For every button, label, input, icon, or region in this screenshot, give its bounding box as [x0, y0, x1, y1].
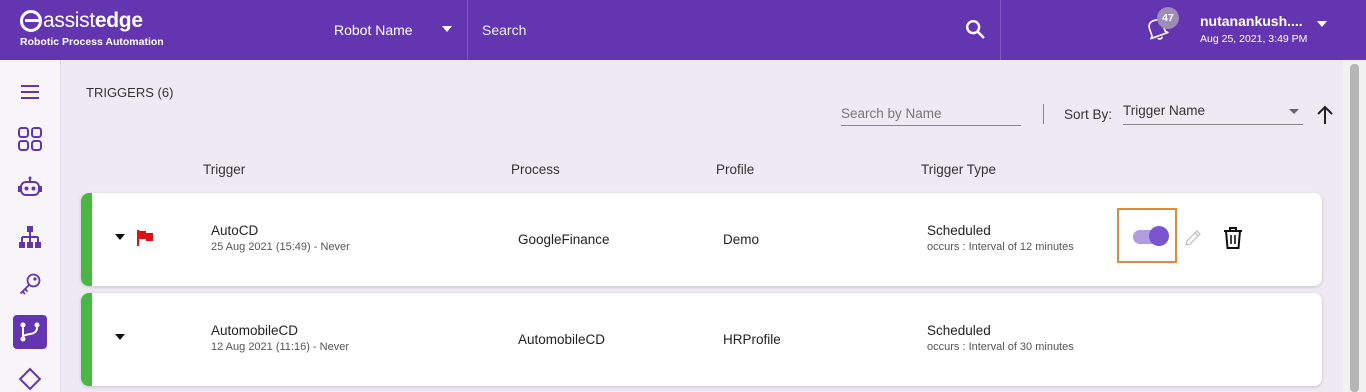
sidebar-item-credentials[interactable] — [13, 267, 47, 301]
dashboard-icon — [18, 127, 42, 151]
chevron-down-icon — [1289, 109, 1299, 114]
sort-by-label: Sort By: — [1064, 107, 1113, 122]
logo-text-light: assist — [43, 9, 95, 32]
trigger-type: Scheduled — [927, 323, 991, 338]
user-name: nutanankush.... — [1200, 13, 1303, 29]
sidebar-item-dashboard[interactable] — [13, 122, 47, 156]
trigger-type: Scheduled — [927, 223, 991, 238]
logo-e-icon — [20, 10, 42, 32]
scrollbar-thumb[interactable] — [1350, 64, 1359, 392]
chevron-down-icon — [442, 26, 452, 32]
chevron-down-icon[interactable] — [1317, 21, 1327, 27]
trigger-interval: occurs : Interval of 12 minutes — [927, 241, 1074, 253]
divider — [1043, 104, 1044, 124]
profile-name: Demo — [723, 232, 760, 247]
logo-text-bold: edge — [94, 9, 143, 32]
expand-caret-icon[interactable] — [115, 234, 125, 240]
toggle-knob — [1149, 226, 1169, 246]
column-header-process[interactable]: Process — [511, 162, 560, 177]
process-name: AutomobileCD — [518, 332, 606, 347]
sidebar-item-hierarchy[interactable] — [13, 220, 47, 254]
trash-icon[interactable] — [1222, 226, 1244, 250]
sidebar — [0, 60, 61, 392]
key-icon — [19, 273, 41, 295]
trigger-name: AutomobileCD — [211, 323, 299, 338]
trigger-schedule: 25 Aug 2021 (15:49) - Never — [211, 241, 350, 253]
logo-subtitle: Robotic Process Automation — [20, 36, 164, 48]
sidebar-item-robots[interactable] — [13, 171, 47, 205]
sidebar-item-menu[interactable] — [13, 75, 47, 109]
trigger-row[interactable]: AutoCD 25 Aug 2021 (15:49) - Never Googl… — [81, 193, 1322, 286]
global-search-input[interactable] — [482, 18, 922, 42]
column-header-trigger[interactable]: Trigger — [203, 162, 245, 177]
global-search — [467, 0, 1001, 60]
process-name: GoogleFinance — [518, 232, 610, 247]
trigger-row[interactable]: AutomobileCD 12 Aug 2021 (11:16) - Never… — [81, 293, 1322, 386]
notification-count-badge[interactable]: 47 — [1157, 7, 1179, 29]
triggers-icon — [20, 322, 40, 342]
sort-by-value: Trigger Name — [1123, 103, 1206, 118]
robot-icon — [18, 176, 42, 196]
pencil-icon[interactable] — [1182, 227, 1204, 249]
page-title: TRIGGERS (6) — [86, 85, 174, 100]
column-header-trigger-type[interactable]: Trigger Type — [921, 162, 996, 177]
user-menu[interactable]: nutanankush.... Aug 25, 2021, 3:49 PM — [1200, 13, 1307, 45]
triggers-page: TRIGGERS (6) Sort By: Trigger Name Trigg… — [61, 60, 1343, 392]
menu-icon — [21, 85, 39, 99]
app-header: assist edge Robotic Process Automation Ro… — [0, 0, 1366, 60]
robot-name-select[interactable]: Robot Name — [334, 0, 468, 60]
status-indicator — [81, 293, 92, 386]
search-by-name-input[interactable] — [841, 102, 1021, 126]
trigger-interval: occurs : Interval of 30 minutes — [927, 341, 1074, 353]
assistedge-logo[interactable]: assist edge Robotic Process Automation — [20, 9, 164, 48]
column-header-profile[interactable]: Profile — [716, 162, 754, 177]
status-indicator — [81, 193, 92, 286]
flag-icon[interactable] — [136, 229, 154, 247]
chip-icon — [18, 367, 42, 391]
profile-name: HRProfile — [723, 332, 781, 347]
user-datetime: Aug 25, 2021, 3:49 PM — [1200, 33, 1308, 45]
trigger-name: AutoCD — [211, 223, 259, 238]
sidebar-item-chip[interactable] — [13, 362, 47, 392]
sort-ascending-icon[interactable] — [1315, 104, 1335, 126]
hierarchy-icon — [19, 226, 41, 248]
search-icon[interactable] — [964, 18, 986, 40]
scrollbar[interactable] — [1343, 60, 1366, 392]
expand-caret-icon[interactable] — [115, 334, 125, 340]
sort-by-select[interactable]: Trigger Name — [1123, 101, 1303, 125]
robot-select-label: Robot Name — [334, 22, 413, 38]
enable-toggle[interactable] — [1117, 208, 1177, 263]
trigger-schedule: 12 Aug 2021 (11:16) - Never — [211, 341, 349, 353]
sidebar-item-triggers[interactable] — [13, 315, 47, 349]
